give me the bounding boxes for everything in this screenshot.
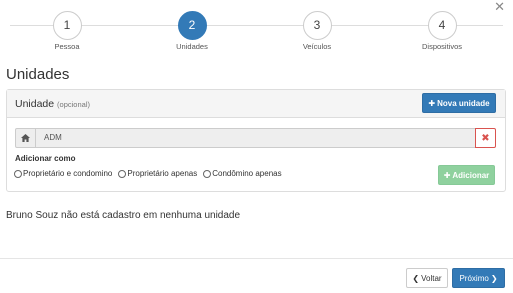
chevron-right-icon: ❯: [490, 273, 498, 283]
empty-units-message: Bruno Souz não está cadastro em nenhuma …: [6, 210, 241, 221]
radio-tenant-only[interactable]: Condômino apenas: [203, 169, 282, 178]
close-icon: ✖: [481, 132, 490, 144]
next-label: Próximo: [459, 273, 489, 283]
step-number: 4: [427, 11, 457, 40]
wizard-stepper: 1 Pessoa 2 Unidades 3 Veículos 4 Disposi…: [0, 0, 513, 56]
radio-label: Proprietário apenas: [127, 169, 198, 178]
plus-icon: ✚: [443, 170, 451, 180]
radio-circle: [118, 169, 127, 178]
step-veiculos[interactable]: 3 Veículos: [277, 11, 357, 51]
radio-circle: [203, 169, 212, 178]
radio-label: Condômino apenas: [212, 169, 282, 178]
new-unit-button[interactable]: ✚ Nova unidade: [422, 93, 496, 113]
step-pessoa[interactable]: 1 Pessoa: [27, 11, 107, 51]
step-label: Pessoa: [54, 42, 80, 51]
radio-circle: [14, 169, 22, 178]
back-label: Voltar: [421, 273, 442, 283]
step-label: Unidades: [176, 42, 208, 51]
unit-input-group: ADM ✖: [15, 128, 496, 148]
back-button[interactable]: ❮ Voltar: [406, 268, 448, 288]
step-unidades[interactable]: 2 Unidades: [152, 11, 232, 51]
step-dispositivos[interactable]: 4 Dispositivos: [402, 11, 482, 51]
step-number: 2: [177, 11, 207, 40]
panel-title-text: Unidade: [15, 98, 55, 110]
radio-owner-and-tenant[interactable]: Proprietário e condomino: [14, 169, 112, 178]
step-number: 1: [52, 11, 82, 40]
radio-label: Proprietário e condomino: [23, 169, 113, 178]
panel-header: Unidade (opcional) ✚ Nova unidade: [7, 90, 505, 118]
radio-owner-only[interactable]: Proprietário apenas: [118, 169, 197, 178]
optional-hint: (opcional): [57, 100, 90, 109]
add-button[interactable]: ✚ Adicionar: [438, 165, 495, 185]
add-button-label: Adicionar: [452, 170, 490, 180]
unit-panel: Unidade (opcional) ✚ Nova unidade ADM ✖ …: [6, 89, 506, 192]
new-unit-label: Nova unidade: [437, 98, 490, 108]
panel-title: Unidade (opcional): [15, 98, 90, 110]
chevron-left-icon: ❮: [412, 273, 420, 283]
page-title: Unidades: [6, 66, 70, 83]
unit-field[interactable]: ADM: [35, 128, 476, 148]
plus-icon: ✚: [428, 98, 436, 108]
step-label: Veículos: [302, 42, 332, 51]
step-number: 3: [302, 11, 332, 40]
home-icon: [15, 128, 36, 148]
role-radio-group: Proprietário e condomino Proprietário ap…: [14, 169, 282, 178]
remove-unit-button[interactable]: ✖: [475, 128, 496, 148]
footer-divider: [0, 258, 513, 259]
step-label: Dispositivos: [421, 42, 462, 51]
next-button[interactable]: Próximo ❯: [452, 268, 505, 288]
add-as-label: Adicionar como: [15, 154, 76, 163]
